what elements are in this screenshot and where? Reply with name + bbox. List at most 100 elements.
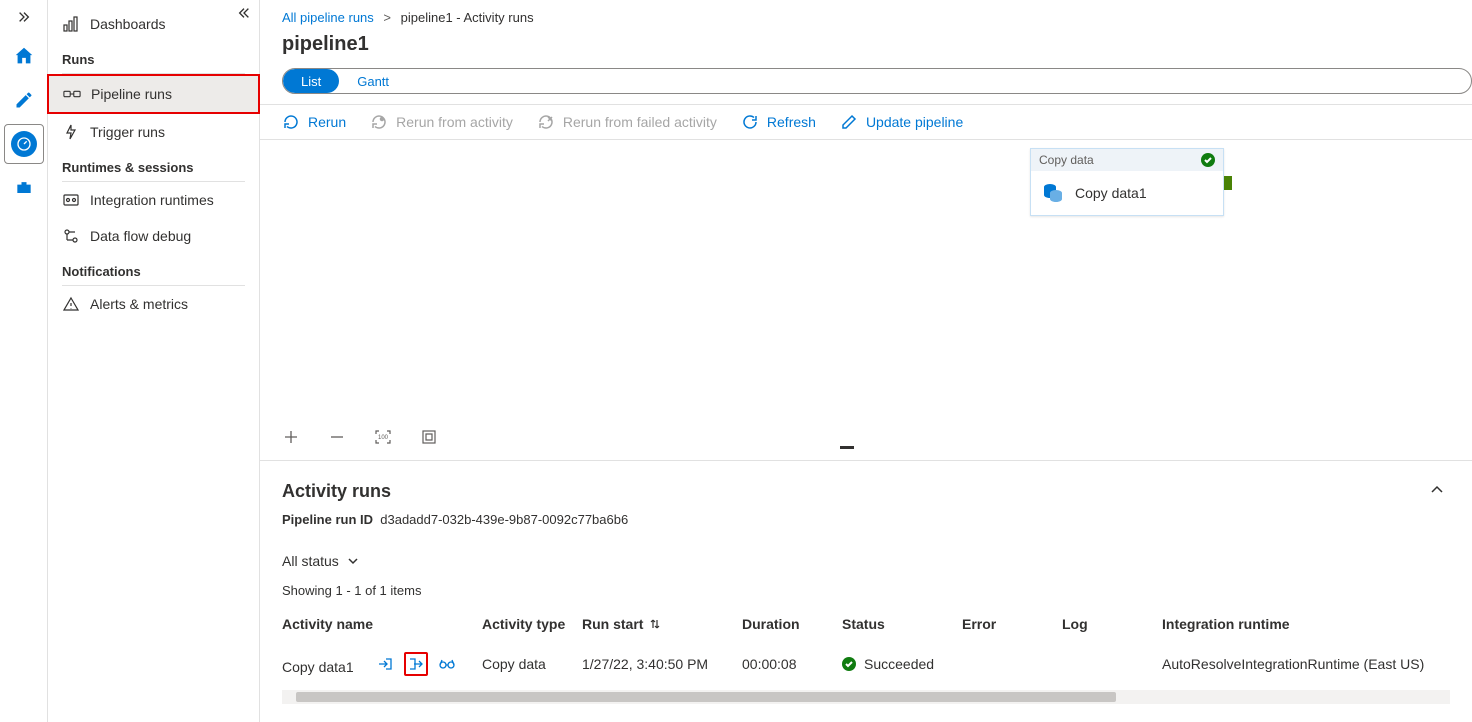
col-integration-runtime[interactable]: Integration runtime bbox=[1162, 606, 1472, 642]
trigger-icon bbox=[63, 124, 79, 140]
glasses-icon bbox=[438, 658, 456, 670]
filter-row: All status bbox=[260, 553, 1472, 581]
table-header-row: Activity name Activity type Run start Du… bbox=[282, 606, 1472, 642]
input-details-button[interactable] bbox=[376, 655, 394, 673]
success-icon bbox=[842, 657, 856, 671]
copy-data-icon bbox=[1041, 181, 1065, 205]
expand-rail-button[interactable] bbox=[4, 6, 44, 28]
rail-home[interactable] bbox=[4, 36, 44, 76]
sort-icon bbox=[649, 618, 661, 630]
gauge-icon bbox=[16, 136, 32, 152]
breadcrumb: All pipeline runs > pipeline1 - Activity… bbox=[260, 0, 1472, 29]
sidebar-integration-runtimes[interactable]: Integration runtimes bbox=[48, 182, 259, 218]
node-connector bbox=[1224, 176, 1232, 190]
zoom-out-button[interactable] bbox=[328, 428, 346, 446]
edit-icon bbox=[841, 114, 857, 130]
col-activity-type[interactable]: Activity type bbox=[482, 606, 582, 642]
activity-runs-section: Activity runs Pipeline run ID d3adadd7-0… bbox=[260, 461, 1472, 553]
page-title: pipeline1 bbox=[260, 29, 1472, 66]
view-gantt-tab[interactable]: Gantt bbox=[339, 69, 407, 93]
run-id-label: Pipeline run ID bbox=[282, 512, 373, 527]
cell-log bbox=[1062, 642, 1162, 686]
breadcrumb-root[interactable]: All pipeline runs bbox=[282, 10, 374, 25]
toolbar: Rerun Rerun from activity Rerun from fai… bbox=[260, 104, 1472, 140]
node-body: Copy data1 bbox=[1031, 171, 1223, 215]
highlight-box: Pipeline runs bbox=[47, 74, 260, 114]
rerun-activity-icon bbox=[371, 114, 387, 130]
sidebar-label: Data flow debug bbox=[90, 228, 191, 244]
col-activity-name[interactable]: Activity name bbox=[282, 606, 482, 642]
toolbar-label: Update pipeline bbox=[866, 114, 963, 130]
cell-integration-runtime: AutoResolveIntegrationRuntime (East US) bbox=[1162, 642, 1472, 686]
rail-author[interactable] bbox=[4, 80, 44, 120]
pencil-icon bbox=[14, 90, 34, 110]
sidebar-label: Trigger runs bbox=[90, 124, 165, 140]
fullscreen-button[interactable] bbox=[420, 428, 438, 446]
pipeline-icon bbox=[63, 87, 81, 101]
minus-icon bbox=[330, 430, 344, 444]
sidebar-label: Dashboards bbox=[90, 16, 166, 32]
col-log[interactable]: Log bbox=[1062, 606, 1162, 642]
rail-manage[interactable] bbox=[4, 168, 44, 208]
status-filter-dropdown[interactable]: All status bbox=[282, 553, 359, 569]
rerun-icon bbox=[283, 114, 299, 130]
fit-icon: 100 bbox=[375, 430, 391, 444]
plus-icon bbox=[284, 430, 298, 444]
main-content: All pipeline runs > pipeline1 - Activity… bbox=[260, 0, 1472, 722]
pipeline-run-id: Pipeline run ID d3adadd7-032b-439e-9b87-… bbox=[282, 512, 1450, 527]
col-duration[interactable]: Duration bbox=[742, 606, 842, 642]
rerun-button[interactable]: Rerun bbox=[282, 113, 346, 131]
sidebar-pipeline-runs[interactable]: Pipeline runs bbox=[49, 76, 258, 112]
chevron-double-left-icon bbox=[237, 6, 251, 20]
sidebar-label: Alerts & metrics bbox=[90, 296, 188, 312]
view-toggle: List Gantt bbox=[282, 68, 1472, 94]
output-details-button[interactable] bbox=[404, 652, 428, 676]
sidebar-data-flow-debug[interactable]: Data flow debug bbox=[48, 218, 259, 254]
node-name: Copy data1 bbox=[1075, 185, 1147, 201]
sidebar-header-runtimes: Runtimes & sessions bbox=[48, 150, 259, 181]
resize-handle[interactable] bbox=[840, 446, 854, 449]
pipeline-canvas[interactable]: Copy data Copy data1 bbox=[260, 140, 1472, 420]
toolbar-label: Rerun from failed activity bbox=[563, 114, 717, 130]
chevron-double-right-icon bbox=[17, 10, 31, 24]
chevron-up-icon bbox=[1430, 483, 1444, 497]
output-icon bbox=[408, 656, 424, 672]
toolbar-label: Rerun bbox=[308, 114, 346, 130]
col-error[interactable]: Error bbox=[962, 606, 1062, 642]
activity-node[interactable]: Copy data Copy data1 bbox=[1030, 148, 1224, 216]
cell-activity-type: Copy data bbox=[482, 642, 582, 686]
side-panel: Dashboards Runs Pipeline runs Trigger ru… bbox=[48, 0, 260, 722]
breadcrumb-separator: > bbox=[383, 10, 391, 25]
rail-monitor[interactable] bbox=[4, 124, 44, 164]
details-button[interactable] bbox=[438, 655, 456, 673]
zoom-in-button[interactable] bbox=[282, 428, 300, 446]
update-pipeline-button[interactable]: Update pipeline bbox=[840, 113, 963, 131]
collapse-section-button[interactable] bbox=[1430, 483, 1444, 500]
sidebar-trigger-runs[interactable]: Trigger runs bbox=[48, 114, 259, 150]
col-status[interactable]: Status bbox=[842, 606, 962, 642]
collapse-panel-button[interactable] bbox=[237, 6, 251, 23]
breadcrumb-current: pipeline1 - Activity runs bbox=[401, 10, 534, 25]
cell-duration: 00:00:08 bbox=[742, 642, 842, 686]
scrollbar-thumb[interactable] bbox=[296, 692, 1116, 702]
runtime-icon bbox=[63, 192, 79, 208]
home-icon bbox=[13, 45, 35, 67]
sidebar-alerts-metrics[interactable]: Alerts & metrics bbox=[48, 286, 259, 322]
toolbar-label: Rerun from activity bbox=[396, 114, 513, 130]
activity-runs-table: Activity name Activity type Run start Du… bbox=[282, 606, 1472, 686]
col-label: Run start bbox=[582, 616, 643, 632]
cell-activity-name: Copy data1 bbox=[282, 642, 482, 686]
zoom-fit-button[interactable]: 100 bbox=[374, 428, 392, 446]
toolbox-icon bbox=[14, 178, 34, 198]
table-row[interactable]: Copy data1 Copy data 1/27/22, 3:40:50 PM… bbox=[282, 642, 1472, 686]
horizontal-scrollbar[interactable] bbox=[282, 690, 1450, 704]
fullscreen-icon bbox=[422, 430, 436, 444]
sidebar-dashboards[interactable]: Dashboards bbox=[48, 6, 259, 42]
view-list-tab[interactable]: List bbox=[283, 69, 339, 93]
col-run-start[interactable]: Run start bbox=[582, 606, 742, 642]
cell-status: Succeeded bbox=[842, 642, 962, 686]
toolbar-label: Refresh bbox=[767, 114, 816, 130]
refresh-button[interactable]: Refresh bbox=[741, 113, 816, 131]
rerun-from-failed-button: Rerun from failed activity bbox=[537, 113, 717, 131]
filter-label: All status bbox=[282, 553, 339, 569]
